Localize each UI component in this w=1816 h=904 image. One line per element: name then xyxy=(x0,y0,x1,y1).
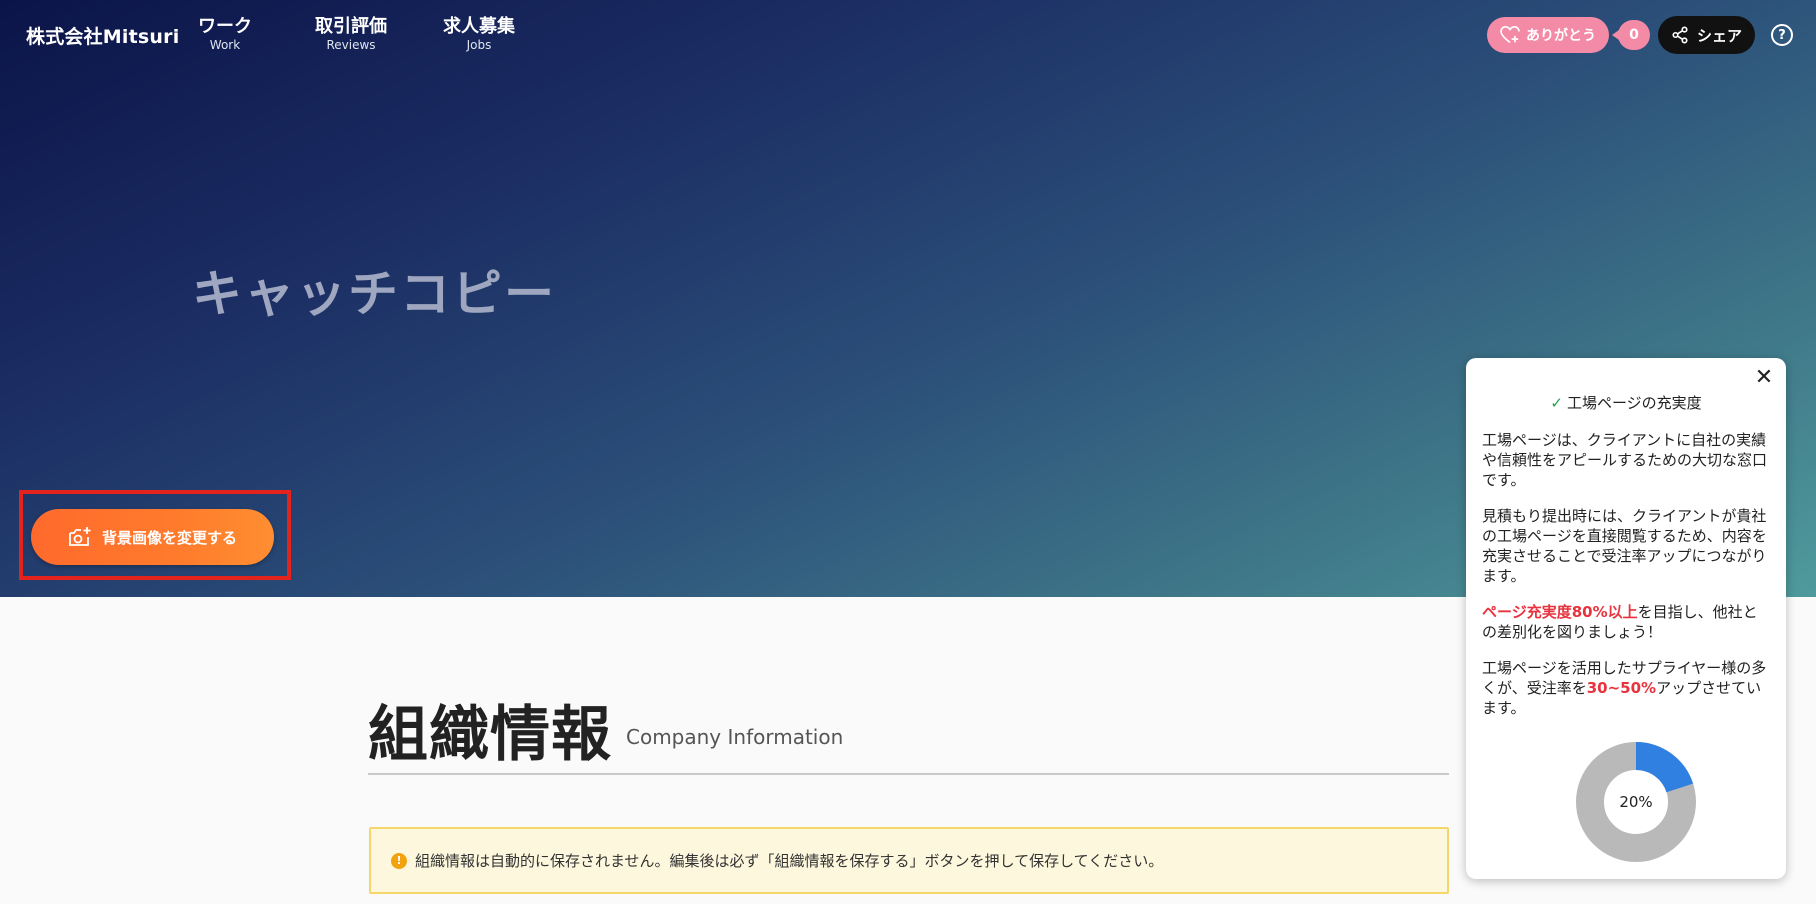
panel-paragraph-2: 見積もり提出時には、クライアントが貴社の工場ページを直接閲覧するため、内容を充実… xyxy=(1482,507,1767,585)
thanks-count-badge: 0 xyxy=(1612,20,1650,50)
change-background-button[interactable]: 背景画像を変更する xyxy=(31,509,274,565)
help-button[interactable]: ? xyxy=(1771,24,1793,46)
check-icon: ✓ xyxy=(1550,394,1563,412)
warning-icon: ! xyxy=(391,852,407,869)
nav-jobs-label: 求人募集 xyxy=(443,16,515,37)
camera-plus-icon xyxy=(69,527,91,546)
panel-stat-highlight: 30~50% xyxy=(1586,679,1657,697)
nav-jobs-sublabel: Jobs xyxy=(466,38,492,52)
panel-paragraph-3: ページ充実度80%以上を目指し、他社との差別化を図りましょう！ xyxy=(1482,602,1772,642)
change-background-label: 背景画像を変更する xyxy=(101,528,237,547)
nav-jobs[interactable]: 求人募集 Jobs xyxy=(443,16,515,52)
completeness-percent: 20% xyxy=(1619,793,1653,811)
nav-reviews[interactable]: 取引評価 Reviews xyxy=(315,16,387,52)
share-icon xyxy=(1672,26,1688,44)
company-name[interactable]: 株式会社Mitsuri xyxy=(26,22,179,49)
panel-body: 工場ページは、クライアントに自社の実績や信頼性をアピールするための大切な窓口です… xyxy=(1482,430,1772,734)
nav-reviews-sublabel: Reviews xyxy=(326,38,376,52)
heart-plus-icon xyxy=(1500,26,1520,44)
section-title: 組織情報 xyxy=(368,700,612,770)
nav-work-sublabel: Work xyxy=(209,38,241,52)
page-completeness-panel: ✕ ✓ 工場ページの充実度 工場ページは、クライアントに自社の実績や信頼性をアピー… xyxy=(1466,358,1786,879)
nav-work[interactable]: ワーク Work xyxy=(198,16,252,52)
close-icon[interactable]: ✕ xyxy=(1752,366,1776,390)
share-label: シェア xyxy=(1696,26,1742,45)
panel-paragraph-4: 工場ページを活用したサプライヤー様の多くが、受注率を30~50%アップさせていま… xyxy=(1482,658,1772,718)
nav-reviews-label: 取引評価 xyxy=(315,16,387,37)
section-divider xyxy=(368,773,1449,775)
thanks-button[interactable]: ありがとう xyxy=(1487,17,1609,53)
save-notice: ! 組織情報は自動的に保存されません。編集後は必ず「組織情報を保存する」ボタンを… xyxy=(369,827,1449,894)
panel-paragraph-1: 工場ページは、クライアントに自社の実績や信頼性をアピールするための大切な窓口です… xyxy=(1482,431,1768,489)
save-notice-text: 組織情報は自動的に保存されません。編集後は必ず「組織情報を保存する」ボタンを押し… xyxy=(415,852,1164,870)
question-icon: ? xyxy=(1778,27,1786,43)
thanks-label: ありがとう xyxy=(1526,28,1596,44)
section-subtitle: Company Information xyxy=(626,725,844,749)
nav-work-label: ワーク xyxy=(198,16,252,37)
completeness-donut: 20% xyxy=(1574,740,1698,864)
panel-goal-highlight: ページ充実度80%以上 xyxy=(1482,603,1638,621)
panel-title: ✓ 工場ページの充実度 xyxy=(1466,392,1786,413)
catchcopy-text[interactable]: キャッチコピー xyxy=(192,254,556,326)
panel-title-text: 工場ページの充実度 xyxy=(1566,394,1702,412)
share-button[interactable]: シェア xyxy=(1658,16,1755,54)
